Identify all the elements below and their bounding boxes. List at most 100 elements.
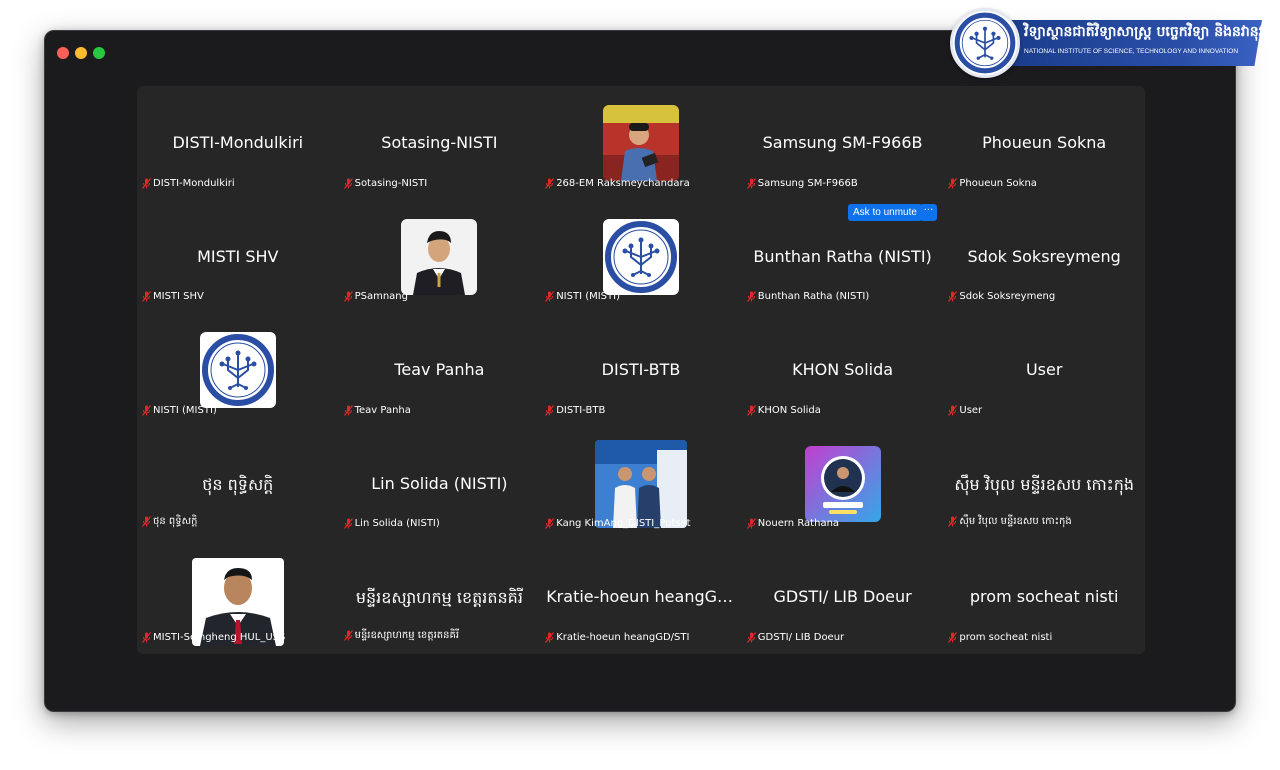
participant-label: DISTI-BTB [545, 404, 606, 416]
participant-label: Sdok Soksreymeng [948, 291, 1055, 303]
participant-tile[interactable]: prom socheat nisti prom socheat nisti [943, 540, 1145, 654]
participant-name: NISTI (MISTI) [556, 291, 620, 303]
participant-tile[interactable]: MISTI SHV MISTI SHV [137, 200, 339, 314]
muted-mic-icon [747, 291, 756, 302]
participant-tile[interactable]: Sotasing-NISTI Sotasing-NISTI [339, 86, 541, 200]
muted-mic-icon [344, 291, 353, 302]
close-window-button[interactable] [57, 47, 69, 59]
participant-avatar [804, 445, 881, 522]
participant-tile[interactable]: DISTI-Mondulkiri DISTI-Mondulkiri [137, 86, 339, 200]
participant-tile[interactable]: Nouern Rathana [742, 427, 944, 541]
participant-avatar [602, 105, 679, 181]
participant-tile[interactable]: NISTI (MISTI) [540, 200, 742, 314]
participant-tile[interactable]: DISTI-BTB DISTI-BTB [540, 313, 742, 427]
muted-mic-icon [545, 291, 554, 302]
muted-mic-icon [142, 291, 151, 302]
participant-avatar [594, 439, 687, 528]
participant-tile[interactable]: Kang KimAng_DISTI_Putsat [540, 427, 742, 541]
muted-mic-icon [545, 518, 554, 529]
participant-display-name: Sdok Soksreymeng [967, 246, 1121, 266]
participant-label: Bunthan Ratha (NISTI) [747, 291, 870, 303]
participant-tile[interactable]: MISTI-Seingheng HUL_USS [137, 540, 339, 654]
participant-name: KHON Solida [757, 404, 821, 416]
participant-label: 268-EM Raksmeychandara [545, 177, 690, 189]
maximize-window-button[interactable] [93, 47, 105, 59]
participant-tile[interactable]: Sdok Soksreymeng Sdok Soksreymeng [943, 200, 1145, 314]
participant-display-name: DISTI-Mondulkiri [172, 133, 304, 152]
muted-mic-icon [344, 405, 353, 416]
participant-tile[interactable]: 268-EM Raksmeychandara [540, 86, 742, 200]
participant-display-name: ស៊ឹម វិបុល មន្ទីរឧសប​ កោះកុង [954, 474, 1135, 494]
participant-name: មន្ទីរឧស្សាហកម្ម ខេត្តរតនគិរី [354, 629, 459, 641]
participant-name: ថុន ពុទ្ធិសក្តិ [153, 516, 198, 528]
minimize-window-button[interactable] [75, 47, 87, 59]
muted-mic-icon [545, 632, 554, 643]
muted-mic-icon [747, 518, 756, 529]
more-options-button[interactable]: ··· [920, 204, 937, 221]
participant-name: NISTI (MISTI) [153, 404, 217, 416]
participant-display-name: មន្ទីរឧស្សាហកម្ម ខេត្តរតនគិរី [355, 588, 523, 608]
muted-mic-icon [948, 516, 957, 527]
participant-name: Sotasing-NISTI [354, 177, 428, 189]
muted-mic-icon [747, 405, 756, 416]
participant-name: DISTI-BTB [556, 404, 606, 416]
muted-mic-icon [142, 516, 151, 527]
participant-label: Lin Solida (NISTI) [344, 518, 440, 530]
zoom-window: DISTI-Mondulkiri DISTI-Mondulkiri Sotasi… [44, 30, 1236, 712]
participant-display-name: prom socheat nisti [969, 587, 1119, 607]
nisti-logo-avatar [200, 332, 276, 408]
participant-gallery: DISTI-Mondulkiri DISTI-Mondulkiri Sotasi… [137, 86, 1145, 654]
participant-name: Bunthan Ratha (NISTI) [757, 291, 870, 303]
participant-label: MISTI-Seingheng HUL_USS [142, 631, 286, 643]
muted-mic-icon [747, 632, 756, 643]
participant-display-name: DISTI-BTB [601, 360, 681, 380]
participant-name: MISTI SHV [153, 291, 204, 303]
participant-tile[interactable]: KHON Solida KHON Solida [742, 313, 944, 427]
participant-tile[interactable]: NISTI (MISTI) [137, 313, 339, 427]
participant-display-name: Teav Panha [394, 360, 485, 380]
participant-tile[interactable]: PSamnang [339, 200, 541, 314]
banner-title-english: NATIONAL INSTITUTE OF SCIENCE, TECHNOLOG… [1024, 48, 1239, 55]
muted-mic-icon [142, 405, 151, 416]
participant-name: Lin Solida (NISTI) [354, 518, 440, 530]
muted-mic-icon [545, 178, 554, 189]
muted-mic-icon [948, 291, 957, 302]
participant-tile[interactable]: GDSTI/ LIB Doeur GDSTI/ LIB Doeur [742, 540, 944, 654]
muted-mic-icon [344, 518, 353, 529]
muted-mic-icon [142, 178, 151, 189]
participant-name: DISTI-Mondulkiri [153, 177, 235, 189]
participant-tile[interactable]: Samsung SM-F966B Samsung SM-F966B [742, 86, 944, 200]
participant-label: Kang KimAng_DISTI_Putsat [545, 518, 691, 530]
participant-name: MISTI-Seingheng HUL_USS [153, 631, 286, 643]
participant-label: Samsung SM-F966B [747, 177, 858, 189]
participant-label: Phoueun Sokna [948, 177, 1037, 189]
participant-tile[interactable]: ស៊ឹម វិបុល មន្ទីរឧសប​ កោះកុង ស៊ឹម វិបុល … [943, 427, 1145, 541]
participant-label: User [948, 404, 982, 416]
participant-display-name: Kratie-hoeun heangGD/... [546, 587, 742, 607]
participant-display-name: MISTI SHV [197, 246, 279, 266]
participant-display-name: Sotasing-NISTI [381, 133, 498, 152]
ask-to-unmute-button[interactable]: Ask to unmute [848, 204, 922, 221]
participant-tile[interactable]: ថុន ពុទ្ធិសក្តិ ថុន ពុទ្ធិសក្តិ [137, 427, 339, 541]
muted-mic-icon [344, 178, 353, 189]
participant-name: Nouern Rathana [757, 518, 840, 530]
participant-label: Kratie-hoeun heangGD/STI [545, 631, 689, 643]
participant-tile[interactable]: Kratie-hoeun heangGD/... Kratie-hoeun he… [540, 540, 742, 654]
participant-name: Teav Panha [354, 404, 411, 416]
participant-display-name: GDSTI/ LIB Doeur [773, 587, 912, 607]
participant-tile[interactable]: Phoueun Sokna Phoueun Sokna [943, 86, 1145, 200]
nisti-banner: វិទ្យាស្ថានជាតិវិទ្យាសាស្ត្រ បច្ចេកវិទ្យ… [950, 8, 1280, 78]
nisti-logo-avatar [603, 219, 679, 295]
participant-name: Phoueun Sokna [959, 177, 1037, 189]
participant-label: MISTI SHV [142, 291, 204, 303]
participant-label: Teav Panha [344, 404, 411, 416]
participant-label: ស៊ឹម វិបុល មន្ទីរឧសប​ កោះកុង [948, 514, 1072, 529]
participant-display-name: Phoueun Sokna [982, 133, 1107, 152]
participant-label: GDSTI/ LIB Doeur [747, 631, 844, 643]
participant-label: Sotasing-NISTI [344, 177, 428, 189]
participant-tile[interactable]: Lin Solida (NISTI) Lin Solida (NISTI) [339, 427, 541, 541]
muted-mic-icon [948, 405, 957, 416]
participant-tile[interactable]: មន្ទីរឧស្សាហកម្ម ខេត្តរតនគិរី មន្ទីរឧស្ស… [339, 540, 541, 654]
participant-tile[interactable]: Teav Panha Teav Panha [339, 313, 541, 427]
participant-tile[interactable]: User User [943, 313, 1145, 427]
